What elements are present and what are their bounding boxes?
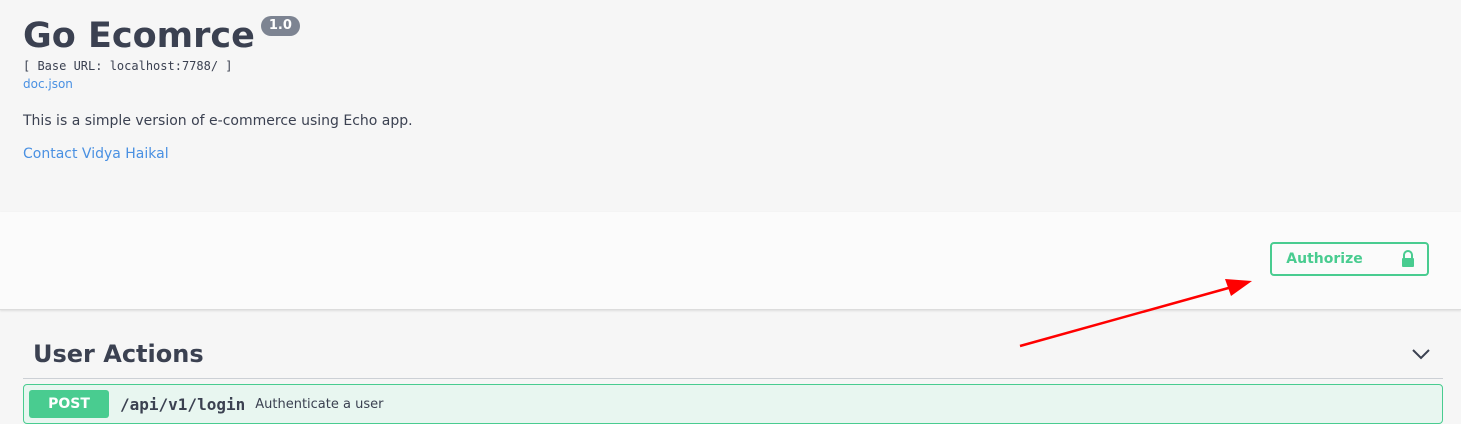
page-title: Go Ecomrce	[23, 16, 255, 56]
authorize-button[interactable]: Authorize	[1270, 242, 1429, 276]
contact-link[interactable]: Contact Vidya Haikal	[23, 146, 413, 162]
doc-json-link[interactable]: doc.json	[23, 77, 413, 91]
tag-section-user-actions: User Actions	[23, 330, 1443, 379]
method-badge: POST	[29, 390, 109, 418]
operation-path: /api/v1/login	[120, 394, 246, 414]
title-row: Go Ecomrce 1.0	[23, 14, 413, 58]
operation-summary: Authenticate a user	[255, 396, 384, 412]
lock-icon	[1401, 250, 1414, 267]
api-info: Go Ecomrce 1.0 [ Base URL: localhost:778…	[23, 14, 413, 162]
chevron-down-icon[interactable]	[1411, 347, 1431, 361]
api-description: This is a simple version of e-commerce u…	[23, 113, 413, 129]
version-badge: 1.0	[260, 16, 300, 36]
authorize-label: Authorize	[1286, 251, 1363, 267]
tag-header[interactable]: User Actions	[23, 330, 1443, 379]
tag-title: User Actions	[33, 340, 204, 368]
operation-post-login[interactable]: POST /api/v1/login Authenticate a user	[23, 384, 1443, 424]
base-url: [ Base URL: localhost:7788/ ]	[23, 59, 233, 73]
scheme-container	[0, 212, 1461, 310]
